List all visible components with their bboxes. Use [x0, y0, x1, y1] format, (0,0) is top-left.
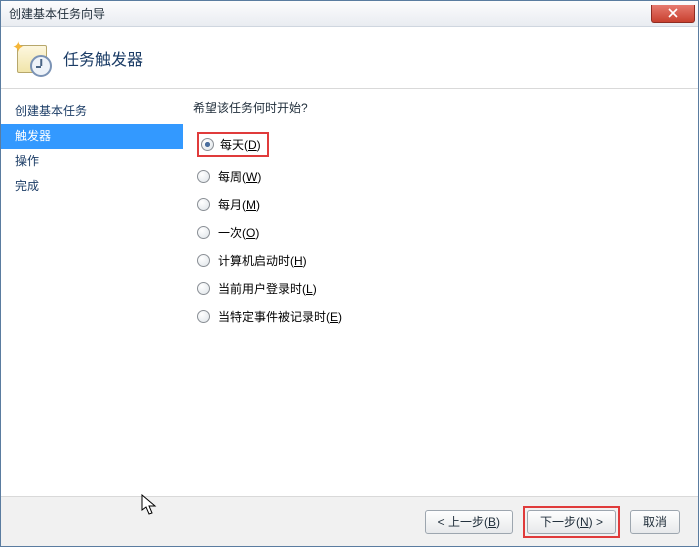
radio-label: 当前用户登录时(L) [218, 280, 317, 297]
radio-option-2[interactable]: 每月(M) [197, 196, 680, 213]
wizard-footer: < 上一步(B) 下一步(N) > 取消 [1, 496, 698, 546]
close-icon [668, 8, 678, 18]
radio-indicator [197, 226, 210, 239]
trigger-options: 每天(D) 每周(W) 每月(M) 一次(O) 计算机启动时(H) 当前用户登录时(L) 当… [193, 132, 680, 325]
radio-label: 当特定事件被记录时(E) [218, 308, 342, 325]
trigger-question: 希望该任务何时开始? [193, 99, 680, 116]
radio-indicator [197, 282, 210, 295]
radio-option-5[interactable]: 当前用户登录时(L) [197, 280, 680, 297]
radio-option-3[interactable]: 一次(O) [197, 224, 680, 241]
next-button-highlight: 下一步(N) > [523, 506, 620, 538]
titlebar: 创建基本任务向导 [1, 1, 698, 27]
next-button[interactable]: 下一步(N) > [527, 510, 616, 534]
radio-option-6[interactable]: 当特定事件被记录时(E) [197, 308, 680, 325]
cursor-icon [141, 494, 159, 516]
radio-indicator [197, 310, 210, 323]
radio-indicator [197, 170, 210, 183]
sidebar-item-action[interactable]: 操作 [1, 149, 183, 174]
radio-option-0[interactable]: 每天(D) [197, 132, 680, 157]
back-button[interactable]: < 上一步(B) [425, 510, 513, 534]
option-highlight: 每天(D) [197, 132, 269, 157]
wizard-main: 希望该任务何时开始? 每天(D) 每周(W) 每月(M) 一次(O) 计算机启动时(H)… [183, 89, 698, 496]
radio-option-4[interactable]: 计算机启动时(H) [197, 252, 680, 269]
page-title: 任务触发器 [63, 46, 143, 70]
wizard-body: 创建基本任务 触发器 操作 完成 希望该任务何时开始? 每天(D) 每周(W) 每月… [1, 89, 698, 496]
wizard-sidebar: 创建基本任务 触发器 操作 完成 [1, 89, 183, 496]
scheduler-icon: ✦ [15, 41, 49, 75]
wizard-header: ✦ 任务触发器 [1, 27, 698, 89]
wizard-window: 创建基本任务向导 ✦ 任务触发器 创建基本任务 触发器 操作 完成 希望该任务何… [0, 0, 699, 547]
radio-label: 一次(O) [218, 224, 259, 241]
radio-indicator [201, 138, 214, 151]
radio-label: 每周(W) [218, 168, 261, 185]
window-title: 创建基本任务向导 [9, 5, 105, 22]
sidebar-item-trigger[interactable]: 触发器 [1, 124, 183, 149]
radio-indicator [197, 198, 210, 211]
radio-option-1[interactable]: 每周(W) [197, 168, 680, 185]
close-button[interactable] [651, 5, 695, 23]
radio-indicator [197, 254, 210, 267]
sidebar-item-create-task[interactable]: 创建基本任务 [1, 99, 183, 124]
radio-label: 每天(D) [220, 136, 261, 153]
cancel-button[interactable]: 取消 [630, 510, 680, 534]
sidebar-item-finish[interactable]: 完成 [1, 174, 183, 199]
radio-label: 计算机启动时(H) [218, 252, 307, 269]
radio-label: 每月(M) [218, 196, 260, 213]
